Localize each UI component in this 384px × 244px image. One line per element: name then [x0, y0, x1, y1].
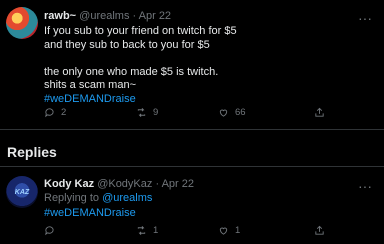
avatar[interactable]: KAZ [6, 176, 38, 208]
reply-icon [45, 108, 54, 118]
retweet-count: 9 [153, 107, 159, 118]
tweet-text: If you sub to your friend on twitch for … [44, 25, 237, 106]
replies-heading: Replies [7, 144, 57, 160]
like-count: 66 [235, 107, 246, 118]
more-icon[interactable]: ··· [358, 179, 372, 193]
hashtag-link[interactable]: #weDEMANDraise [44, 93, 237, 107]
author-name[interactable]: Kody Kaz [44, 178, 94, 190]
hashtag-link[interactable]: #weDEMANDraise [44, 207, 136, 219]
share-icon [315, 225, 324, 235]
share-icon [315, 107, 324, 117]
author-handle[interactable]: @KodyKaz [97, 178, 152, 190]
tweet-line: shits a scam man~ [44, 79, 137, 91]
tweet-line [44, 52, 237, 66]
like-button[interactable]: 1 [218, 225, 240, 236]
avatar-text: KAZ [14, 188, 30, 196]
avatar[interactable] [6, 7, 38, 39]
tweet-date[interactable]: · Apr 22 [133, 10, 172, 22]
tweet-header: rawb~ @urealms · Apr 22 [44, 10, 171, 22]
replying-prefix: Replying to [44, 192, 100, 204]
tweet-line: If you sub to your friend on twitch for … [44, 25, 237, 37]
author-name[interactable]: rawb~ [44, 10, 76, 22]
retweet-button[interactable]: 1 [136, 225, 158, 236]
more-icon[interactable]: ··· [358, 11, 372, 25]
like-count: 1 [235, 225, 241, 236]
author-handle[interactable]: @urealms [79, 10, 129, 22]
tweet-line: the only one who made $5 is twitch. [44, 65, 219, 78]
retweet-count: 1 [153, 225, 159, 236]
tweet-actions: 2 9 66 [44, 107, 374, 121]
like-icon [219, 109, 228, 117]
retweet-button[interactable]: 9 [136, 107, 158, 118]
like-button[interactable]: 66 [218, 107, 246, 118]
retweet-icon [137, 226, 146, 235]
reply-count: 2 [61, 107, 67, 118]
reply-button[interactable]: 2 [44, 107, 66, 118]
mention-link[interactable]: @urealms [102, 192, 152, 204]
tweet-date[interactable]: · Apr 22 [155, 178, 194, 190]
tweet-line: and they sub to back to you for $5 [44, 38, 210, 51]
reply-header: Kody Kaz @KodyKaz · Apr 22 [44, 178, 194, 190]
divider [0, 129, 384, 130]
divider [0, 166, 384, 167]
replying-to: Replying to @urealms [44, 192, 152, 204]
reply-actions: 1 1 [44, 225, 374, 239]
share-button[interactable] [314, 225, 325, 236]
reply-icon [45, 226, 54, 236]
reply-button[interactable] [44, 225, 55, 236]
share-button[interactable] [314, 107, 325, 118]
like-icon [219, 227, 228, 235]
retweet-icon [137, 108, 146, 117]
